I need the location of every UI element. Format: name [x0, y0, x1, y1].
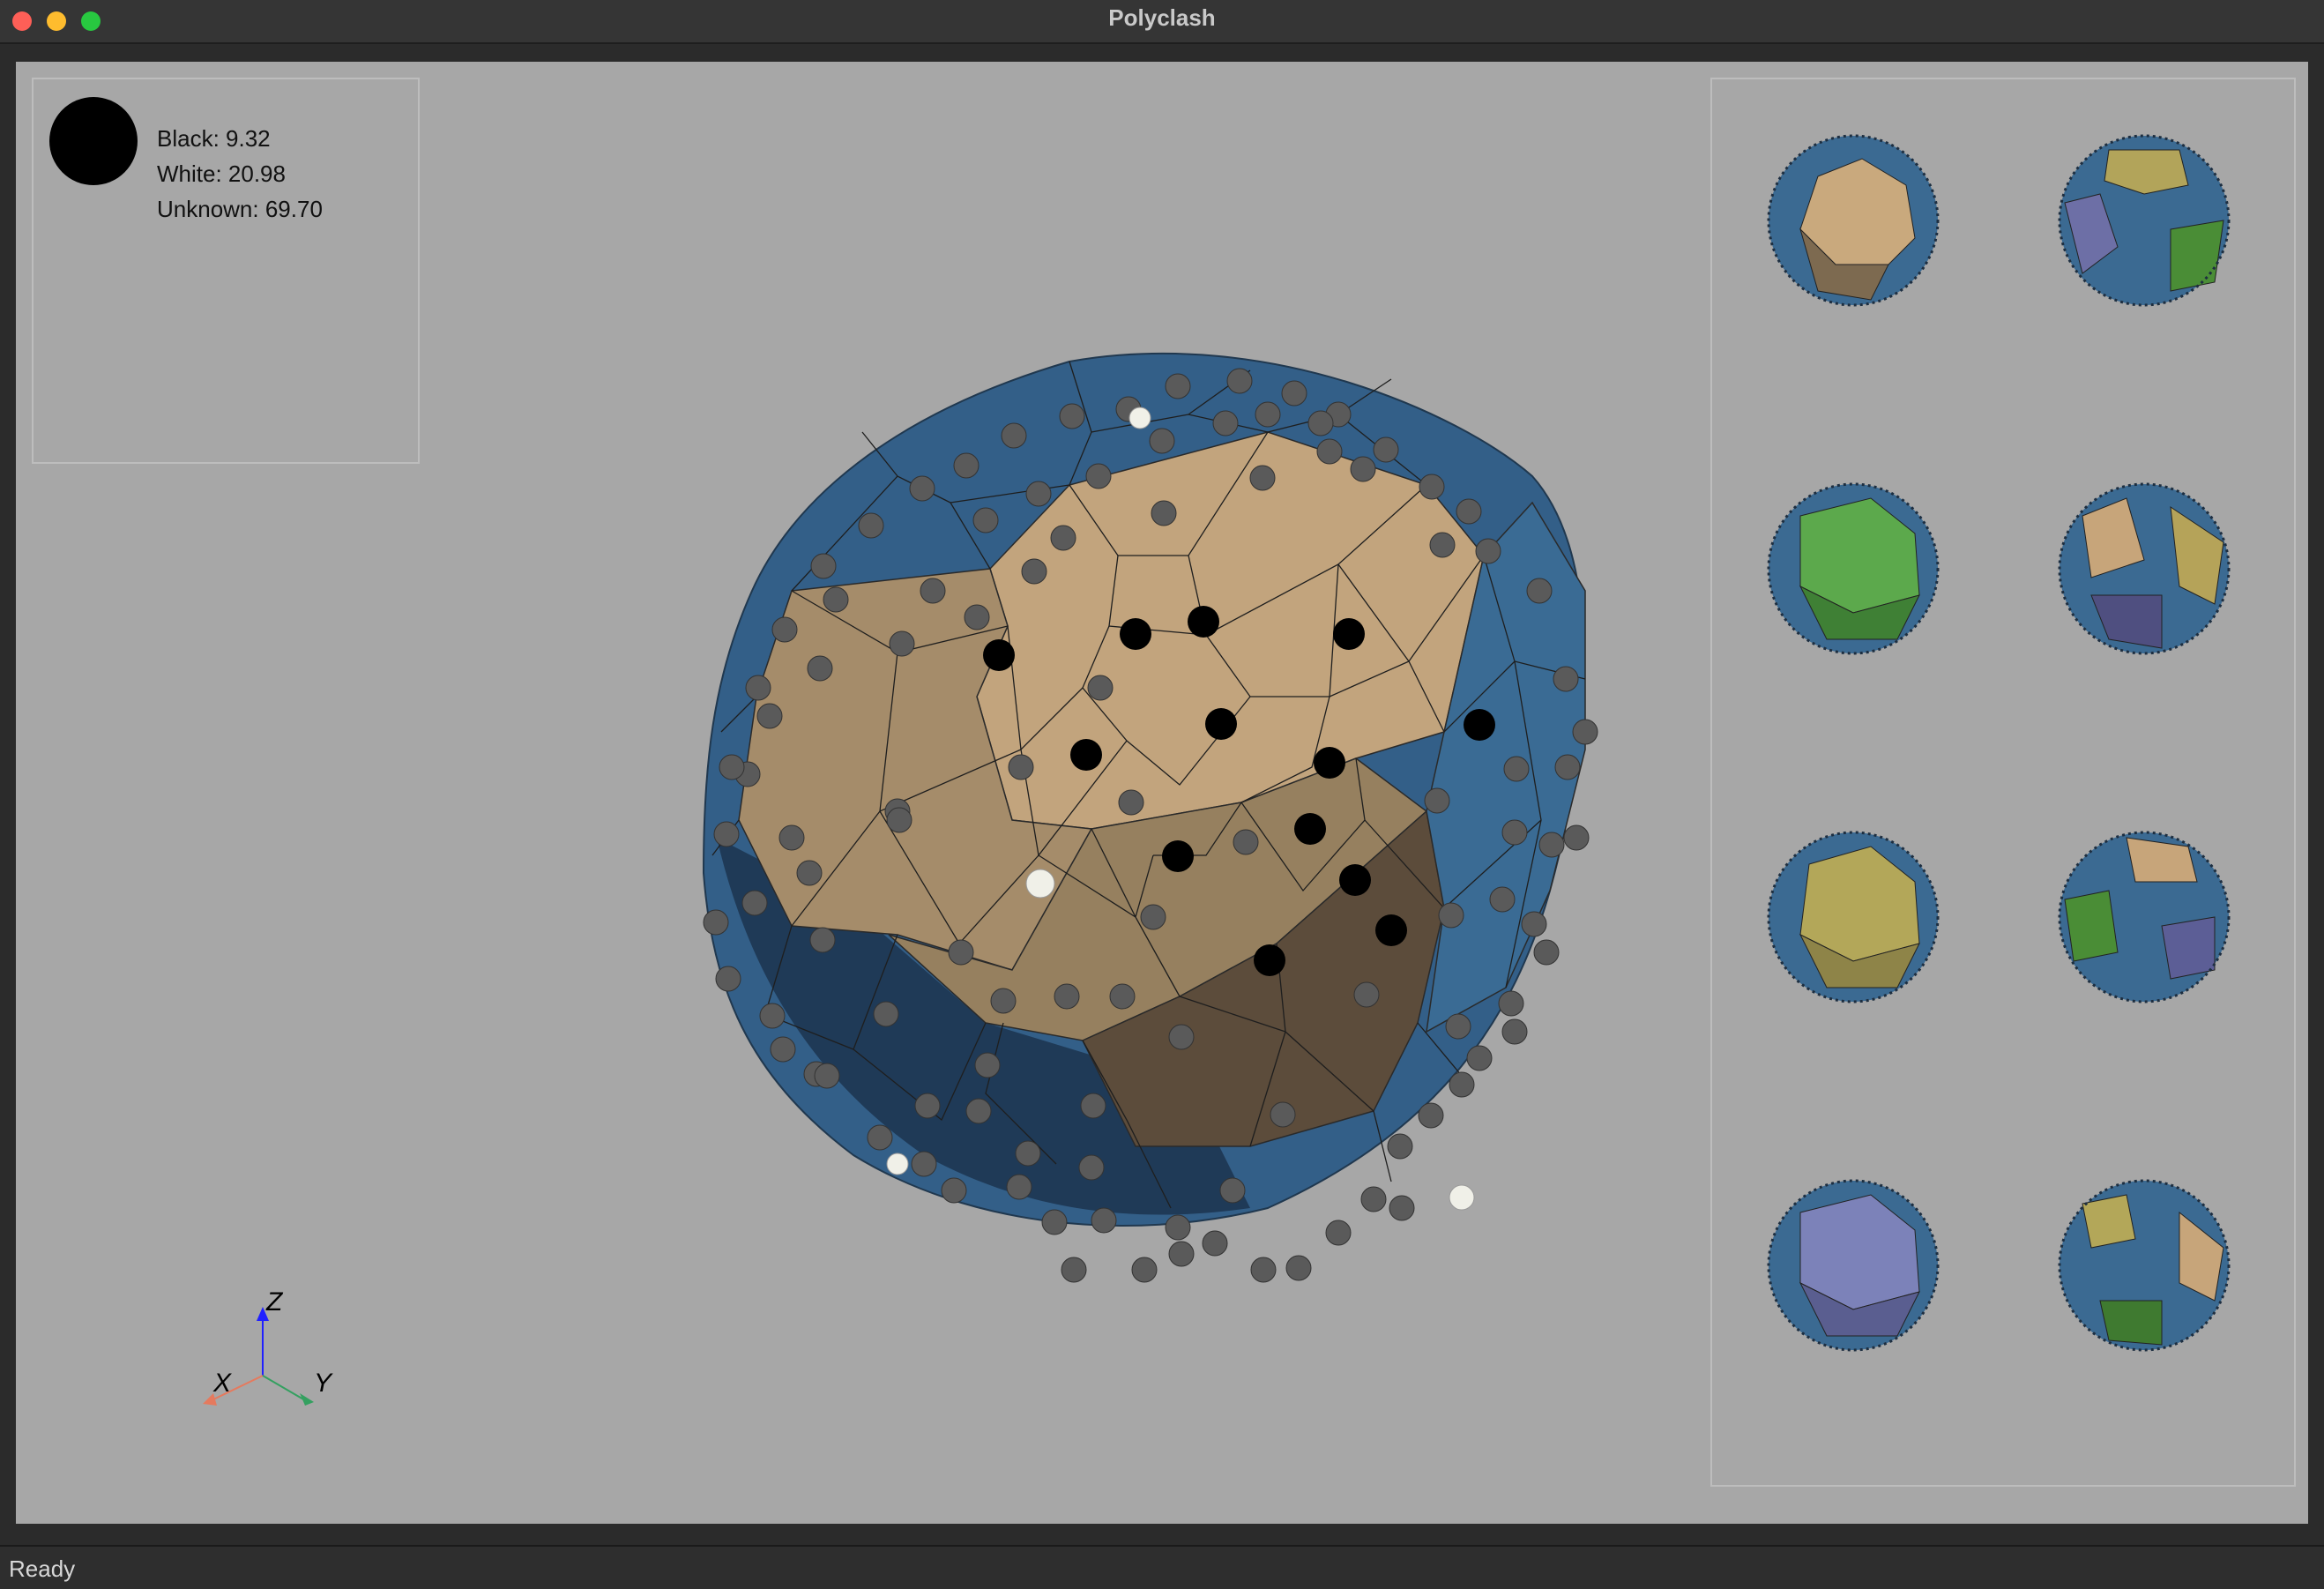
orientation-axes: Z X Y: [203, 1287, 333, 1406]
current-player-indicator: [49, 97, 138, 185]
window-title: Polyclash: [1108, 4, 1216, 31]
overview-view-8[interactable]: [2056, 1177, 2232, 1354]
board-viewport[interactable]: Black: 9.32 White: 20.98 Unknown: 69.70: [16, 62, 2308, 1524]
overview-panel: [1710, 78, 2296, 1487]
overview-view-5[interactable]: [1765, 829, 1941, 1005]
unknown-score: Unknown: 69.70: [157, 196, 323, 222]
score-panel: Black: 9.32 White: 20.98 Unknown: 69.70: [32, 78, 420, 464]
polyhedron-board[interactable]: [702, 352, 1598, 1283]
overview-view-7[interactable]: [1765, 1177, 1941, 1354]
overview-view-2[interactable]: [2056, 132, 2232, 309]
overview-view-1[interactable]: [1765, 132, 1941, 309]
overview-view-3[interactable]: [1765, 481, 1941, 657]
white-score: White: 20.98: [157, 160, 286, 187]
title-bar: Polyclash: [0, 0, 2324, 44]
status-bar: Ready: [0, 1545, 2324, 1589]
axis-x-label: X: [212, 1369, 232, 1398]
axis-y-label: Y: [314, 1369, 333, 1398]
overview-view-6[interactable]: [2056, 829, 2232, 1005]
status-text: Ready: [9, 1555, 76, 1582]
black-score: Black: 9.32: [157, 125, 271, 152]
axis-z-label: Z: [265, 1287, 284, 1317]
overview-view-4[interactable]: [2056, 481, 2232, 657]
